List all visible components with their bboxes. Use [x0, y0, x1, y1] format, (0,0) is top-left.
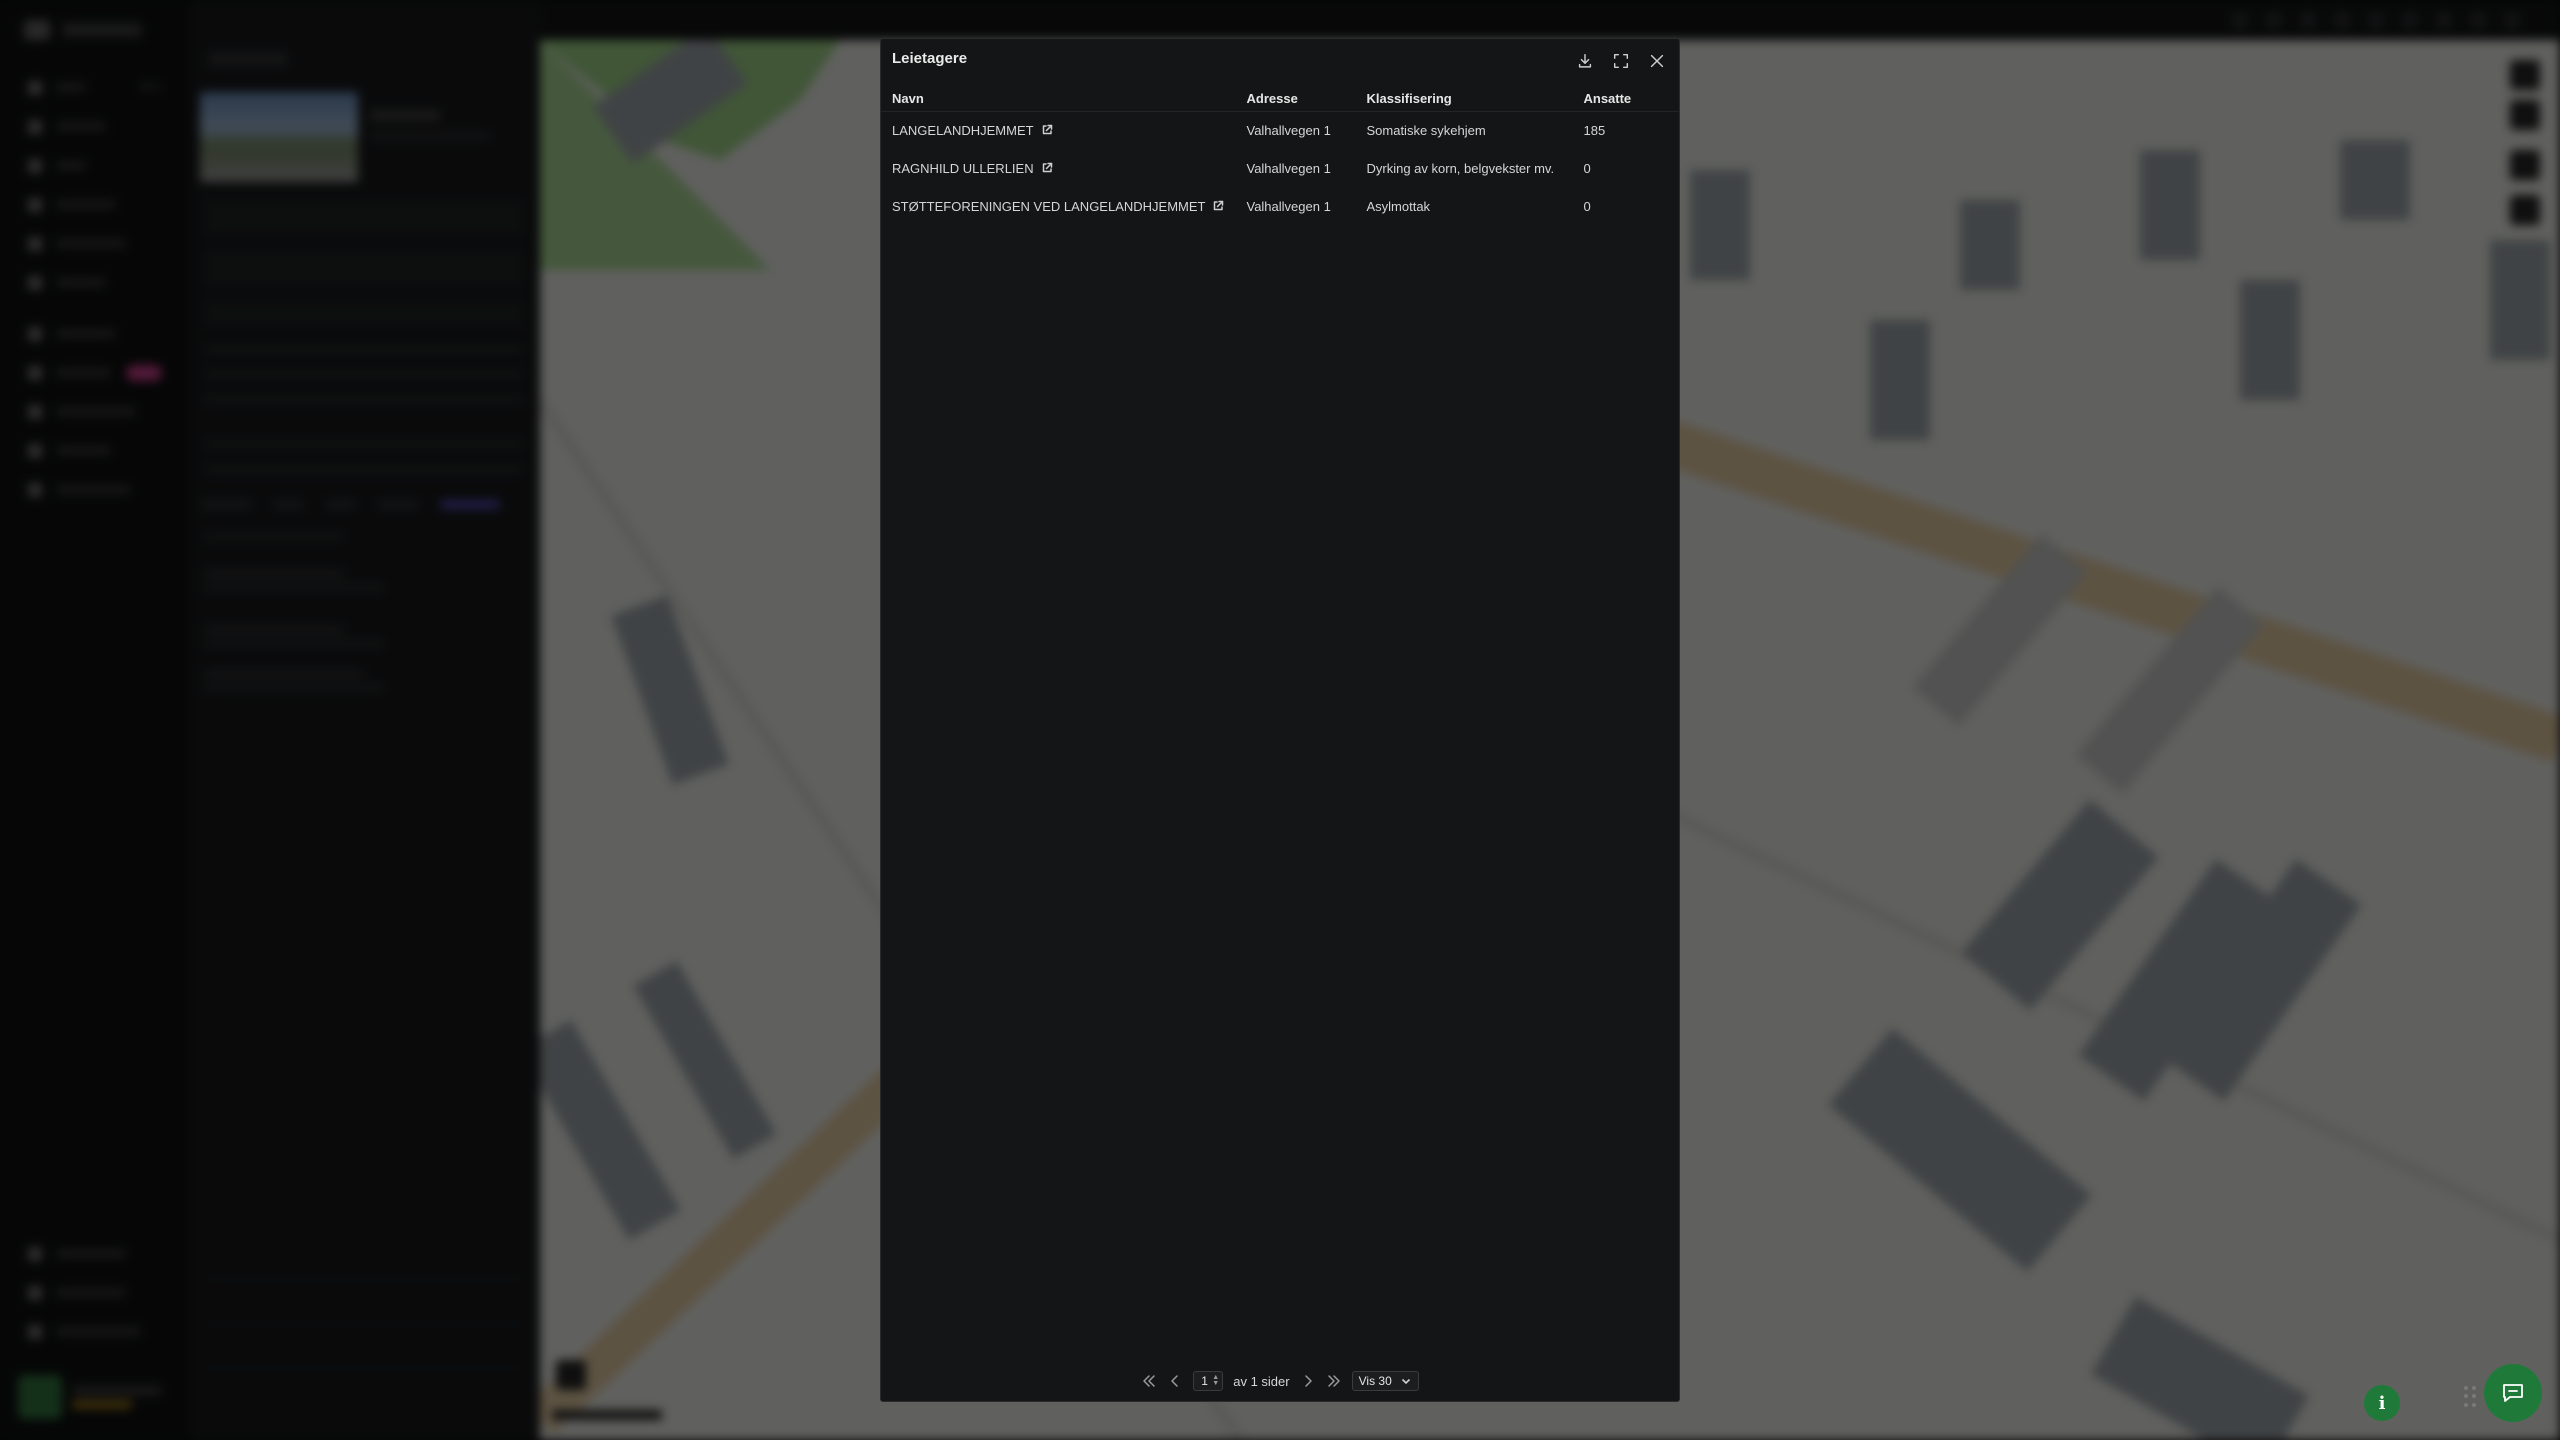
- page-number-input[interactable]: 1 ▲ ▼: [1193, 1371, 1224, 1391]
- column-header-employees[interactable]: Ansatte: [1572, 87, 1679, 112]
- chat-icon: [2503, 1384, 2523, 1402]
- double-chevron-right-icon: [1327, 1375, 1340, 1387]
- rows-per-page-select[interactable]: Vis 30: [1351, 1371, 1419, 1391]
- column-header-name[interactable]: Navn: [881, 87, 1236, 112]
- external-link-icon[interactable]: [1212, 200, 1224, 212]
- download-button[interactable]: [1573, 49, 1597, 73]
- close-button[interactable]: [1645, 49, 1669, 73]
- external-link-icon[interactable]: [1041, 162, 1053, 174]
- pagination: 1 ▲ ▼ av 1 sider Vis 30: [881, 1371, 1679, 1391]
- chevron-down-icon: [1401, 1378, 1410, 1385]
- tenant-link[interactable]: RAGNHILD ULLERLIEN: [892, 161, 1053, 176]
- tenant-classification-cell: Somatiske sykehjem: [1366, 122, 1486, 138]
- column-header-classification[interactable]: Klassifisering: [1355, 87, 1573, 112]
- current-page: 1: [1201, 1374, 1208, 1388]
- first-page-button[interactable]: [1141, 1373, 1157, 1389]
- info-button[interactable]: i: [2364, 1385, 2400, 1421]
- tenant-address-cell: Valhallvegen 1: [1246, 160, 1331, 176]
- chevron-left-icon: [1171, 1375, 1178, 1387]
- previous-page-button[interactable]: [1167, 1373, 1183, 1389]
- external-link-icon[interactable]: [1041, 124, 1053, 136]
- tenant-name[interactable]: LANGELANDHJEMMET: [892, 123, 1034, 138]
- column-header-address[interactable]: Adresse: [1235, 87, 1356, 112]
- last-page-button[interactable]: [1326, 1373, 1342, 1389]
- expand-icon: [1613, 53, 1629, 69]
- tenants-table: Navn Adresse Klassifisering Ansatte LANG…: [881, 87, 1679, 225]
- tenant-classification-cell: Asylmottak: [1366, 198, 1431, 214]
- dialog-actions: [1573, 49, 1669, 73]
- next-page-button[interactable]: [1300, 1373, 1316, 1389]
- table-header-row: Navn Adresse Klassifisering Ansatte: [881, 87, 1679, 112]
- tenant-link[interactable]: STØTTEFORENINGEN VED LANGELANDHJEMMET: [892, 199, 1224, 214]
- chevron-right-icon: [1304, 1375, 1312, 1387]
- page-stepper-icon[interactable]: ▲ ▼: [1212, 1374, 1219, 1387]
- tenant-name-cell: LANGELANDHJEMMET: [881, 111, 1235, 149]
- double-chevron-left-icon: [1143, 1375, 1155, 1387]
- dialog-title: Leietagere: [892, 50, 968, 67]
- tenant-name[interactable]: STØTTEFORENINGEN VED LANGELANDHJEMMET: [892, 199, 1205, 214]
- tenants-dialog: Leietagere Navn Adresse Klassifisering A…: [880, 38, 1680, 1402]
- tenant-name[interactable]: RAGNHILD ULLERLIEN: [892, 161, 1034, 176]
- table-row: RAGNHILD ULLERLIEN Valhallvegen 1 Dyrkin…: [881, 149, 1679, 187]
- tenant-address-cell: Valhallvegen 1: [1246, 122, 1331, 138]
- tenant-name-cell: STØTTEFORENINGEN VED LANGELANDHJEMMET: [881, 187, 1235, 225]
- tenant-name-cell: RAGNHILD ULLERLIEN: [881, 149, 1235, 187]
- tenant-link[interactable]: LANGELANDHJEMMET: [892, 123, 1053, 138]
- download-icon: [1578, 53, 1592, 68]
- table-row: STØTTEFORENINGEN VED LANGELANDHJEMMET Va…: [881, 187, 1679, 225]
- tenant-classification-cell: Dyrking av korn, belgvekster mv.: [1366, 160, 1555, 176]
- tenant-employees-cell: 0: [1583, 198, 1591, 214]
- tenant-employees-cell: 185: [1583, 122, 1606, 138]
- close-icon: [1650, 54, 1664, 68]
- info-icon: i: [2378, 1392, 2386, 1414]
- tenant-address-cell: Valhallvegen 1: [1246, 198, 1331, 214]
- page-count-label: av 1 sider: [1233, 1373, 1290, 1389]
- expand-button[interactable]: [1609, 49, 1633, 73]
- tenant-employees-cell: 0: [1583, 160, 1591, 176]
- table-row: LANGELANDHJEMMET Valhallvegen 1 Somatisk…: [881, 111, 1679, 149]
- rows-per-page-value: Vis 30: [1358, 1374, 1392, 1388]
- chat-button[interactable]: [2484, 1364, 2542, 1422]
- drag-handle-icon[interactable]: [2464, 1386, 2478, 1408]
